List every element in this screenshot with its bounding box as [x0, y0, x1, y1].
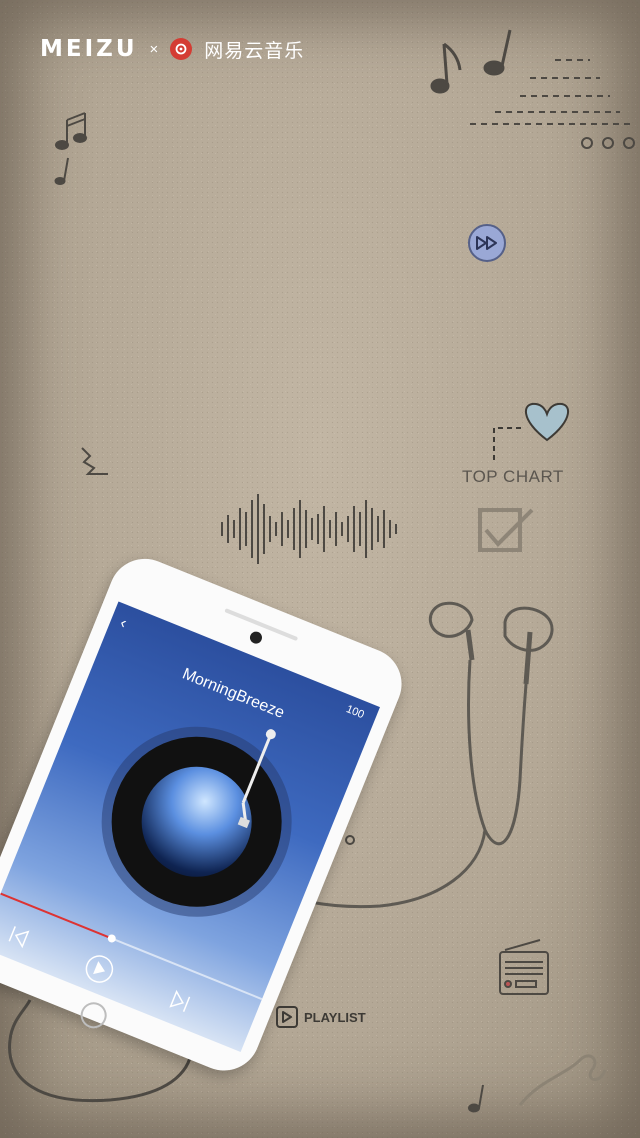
fast-forward-button[interactable] [468, 224, 506, 262]
music-note-icon [54, 112, 87, 185]
fast-forward-icon [476, 236, 497, 250]
radio-icon [499, 939, 549, 995]
music-note-icon [430, 29, 512, 94]
heart-icon [524, 402, 570, 442]
sound-wave-icon [221, 494, 397, 564]
playlist-label: PLAYLIST [304, 1009, 366, 1025]
top-chart-label[interactable]: TOP CHART [462, 467, 564, 487]
play-icon [276, 1006, 298, 1028]
squiggle-icon [81, 447, 108, 475]
back-icon[interactable]: ‹ [117, 614, 129, 633]
playlist-button[interactable]: PLAYLIST [276, 1006, 366, 1028]
phone-camera [248, 629, 264, 646]
battery-status: 100 [344, 703, 366, 722]
song-title: MorningBreeze [179, 665, 287, 722]
checkbox-icon [478, 508, 534, 552]
